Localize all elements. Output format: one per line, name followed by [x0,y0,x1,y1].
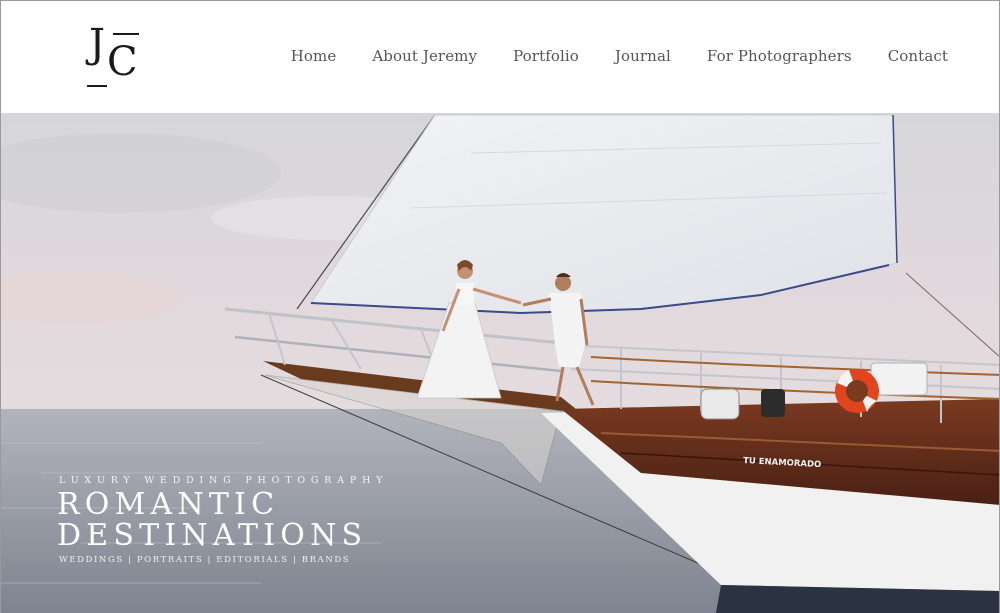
life-ring-icon [835,369,879,413]
logo-bar-bottom [87,85,107,87]
deck-box [870,362,928,396]
hero-image: TU ENAMORADO LUXURY WEDDING PHOTOGRAPHY … [0,113,1000,613]
jc-logo[interactable]: J C [85,21,147,91]
logo-bar-top [113,33,139,35]
logo-letter-j: J [89,21,106,67]
hero-services: WEDDINGS | PORTRAITS | EDITORIALS | BRAN… [59,555,351,565]
nav-home[interactable]: Home [291,47,337,65]
nav-for-photographers[interactable]: For Photographers [707,47,852,65]
nav-about-jeremy[interactable]: About Jeremy [372,47,477,65]
nav-journal[interactable]: Journal [615,47,671,65]
hero-tagline: LUXURY WEDDING PHOTOGRAPHY [59,475,389,486]
main-nav: Home About Jeremy Portfolio Journal For … [291,47,948,65]
hero-title-line1: ROMANTIC [57,487,280,522]
deck-cleat [761,389,785,417]
logo-letter-c: C [107,39,138,85]
hero-title-line2: DESTINATIONS [57,518,368,553]
site-header: J C Home About Jeremy Portfolio Journal … [0,0,1000,113]
nav-contact[interactable]: Contact [888,47,948,65]
nav-portfolio[interactable]: Portfolio [513,47,579,65]
winch [700,388,740,420]
